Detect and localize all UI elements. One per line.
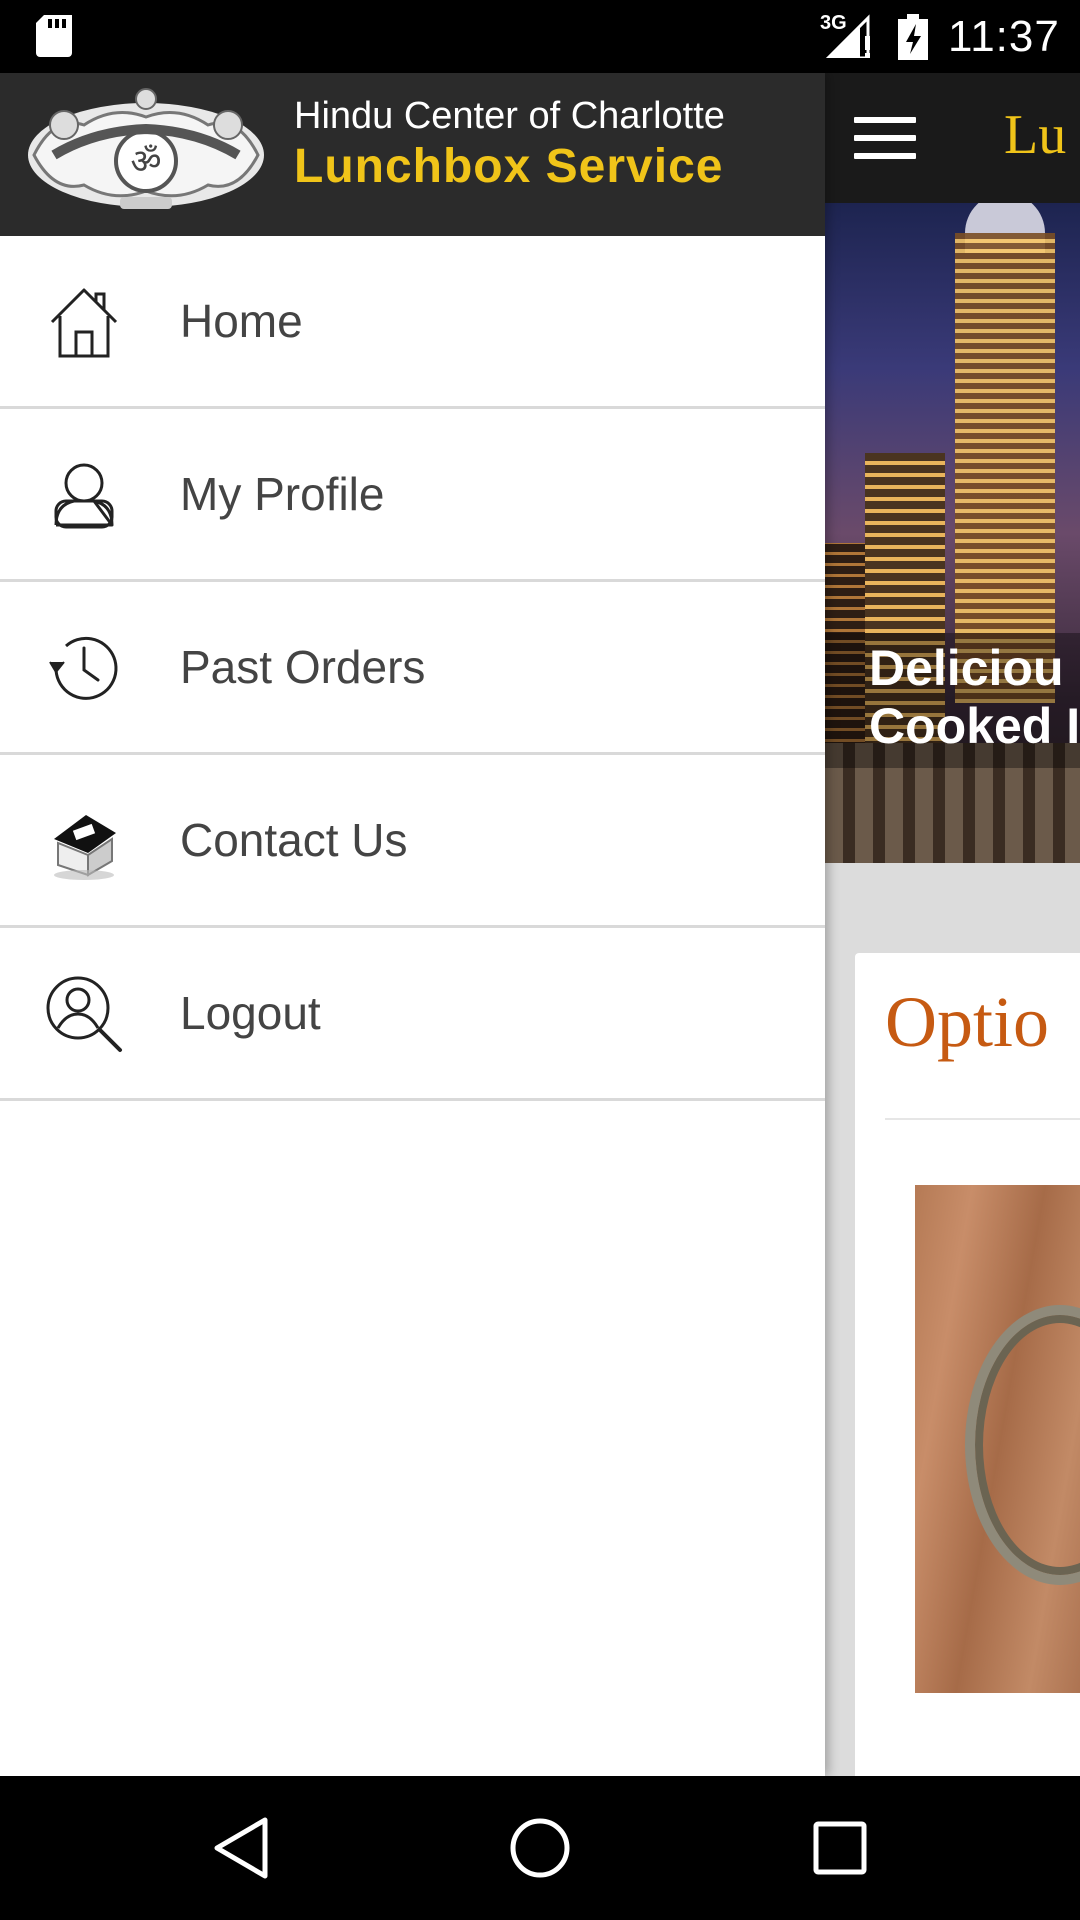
hero-caption-line-2: Cooked I — [869, 698, 1080, 754]
divider — [885, 1118, 1080, 1120]
user-icon — [54, 463, 114, 529]
contact-house-icon — [54, 815, 116, 880]
status-bar: 3G 11:37 — [0, 0, 1080, 73]
menu-item-logout[interactable]: Logout — [0, 928, 825, 1101]
navigation-drawer: ॐ Hindu Center of Charlotte Lunchbox Ser… — [0, 73, 825, 1776]
food-plate-graphic — [965, 1305, 1080, 1585]
menu-item-label: My Profile — [180, 468, 385, 520]
options-card: Optio — [855, 953, 1080, 1793]
hindu-center-logo-icon: ॐ — [28, 88, 264, 209]
menu-item-label: Past Orders — [180, 641, 426, 693]
app-name: Lunchbox Service — [294, 140, 724, 193]
clock: 11:37 — [948, 12, 1060, 61]
hero-banner: Deliciou Cooked I — [825, 203, 1080, 863]
food-image[interactable] — [915, 1185, 1080, 1693]
drawer-menu: Home My Profile Past Orders Contact Us L… — [0, 236, 825, 1101]
menu-icon[interactable] — [854, 117, 916, 161]
options-title: Optio — [885, 982, 1050, 1062]
user-search-icon — [46, 976, 122, 1052]
back-icon[interactable] — [205, 1812, 277, 1884]
system-navigation-bar — [0, 1776, 1080, 1920]
menu-item-home[interactable]: Home — [0, 236, 825, 409]
hero-caption: Deliciou Cooked I — [869, 639, 1080, 755]
recents-square-icon[interactable] — [804, 1812, 876, 1884]
sd-card-icon — [36, 15, 72, 57]
menu-item-label: Home — [180, 295, 303, 347]
signal-icon — [825, 14, 870, 58]
svg-text:ॐ: ॐ — [130, 142, 161, 182]
home-circle-icon[interactable] — [504, 1812, 576, 1884]
toolbar-title: Lu — [1004, 104, 1067, 166]
menu-item-past-orders[interactable]: Past Orders — [0, 582, 825, 755]
menu-item-label: Logout — [180, 987, 321, 1039]
menu-item-label: Contact Us — [180, 814, 408, 866]
home-icon — [50, 288, 118, 358]
screen: 3G 11:37 Lu Deliciou Cooked I Optio ॐ Hi… — [0, 0, 1080, 1920]
menu-item-my-profile[interactable]: My Profile — [0, 409, 825, 582]
organization-name: Hindu Center of Charlotte — [294, 95, 725, 137]
history-clock-icon — [49, 636, 118, 700]
drawer-header: ॐ Hindu Center of Charlotte Lunchbox Ser… — [0, 73, 825, 236]
battery-charging-icon — [898, 14, 928, 60]
hero-caption-line-1: Deliciou — [869, 640, 1064, 696]
menu-item-contact-us[interactable]: Contact Us — [0, 755, 825, 928]
